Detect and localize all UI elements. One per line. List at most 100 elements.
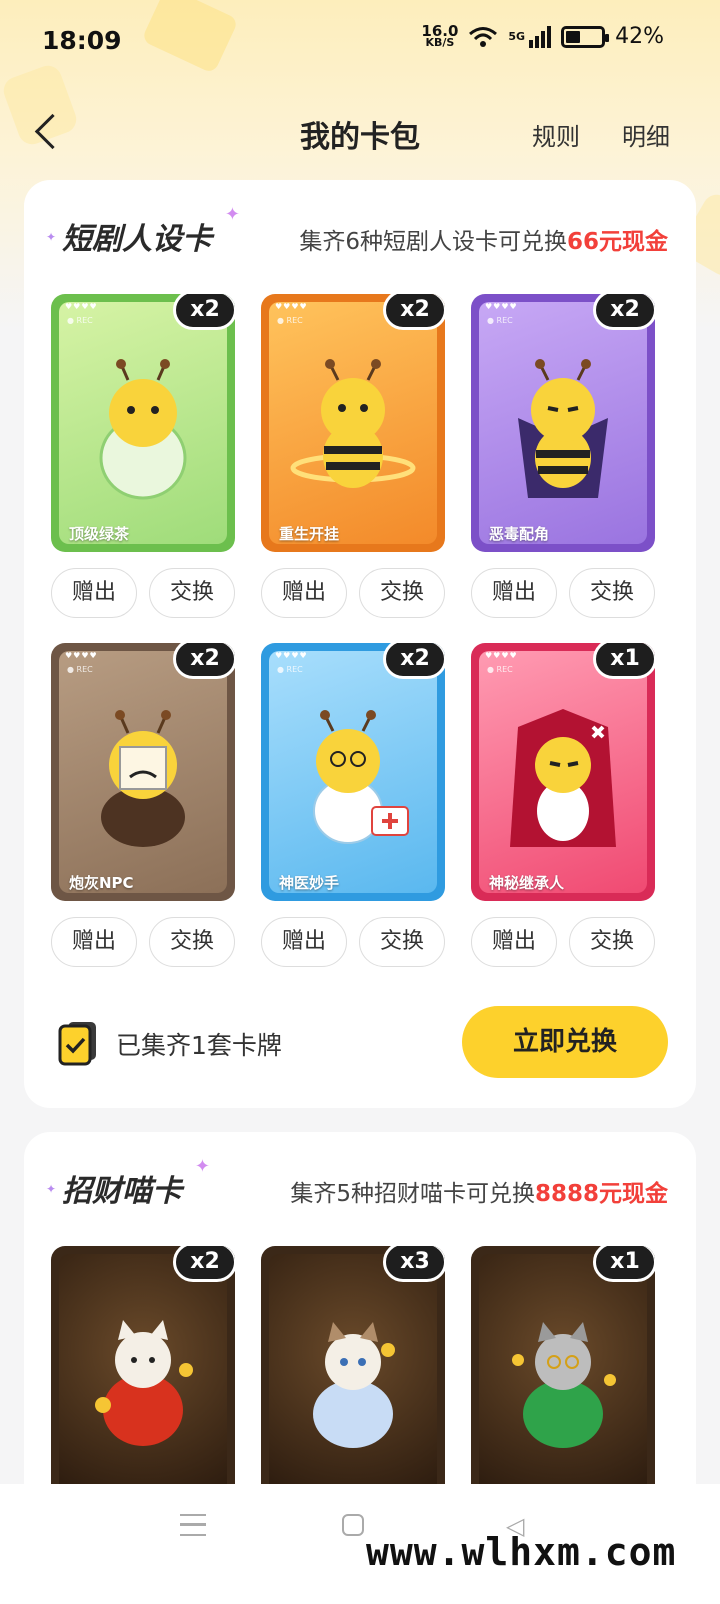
card-pattern: ● REC [487, 665, 513, 674]
bee-character-icon [313, 710, 409, 845]
app-header: 我的卡包 规则 明细 [0, 95, 720, 165]
character-card[interactable]: ♥♥♥♥ ● REC x1 神秘继承人 [471, 643, 655, 901]
section-title: 招财喵卡 [52, 1166, 198, 1212]
bee-character-icon [101, 710, 185, 848]
card-name: 恶毒配角 [489, 525, 550, 543]
page-title: 我的卡包 [300, 120, 420, 155]
gift-button[interactable]: 赠出 [261, 568, 347, 618]
character-card[interactable]: ♥♥♥♥ ● REC x2 恶毒配角 [471, 294, 655, 552]
details-link[interactable]: 明细 [622, 117, 670, 152]
exchange-button[interactable]: 交换 [569, 917, 655, 967]
cat-character-icon [95, 1320, 193, 1447]
card-pattern: ♥♥♥♥ [485, 651, 518, 660]
section-title-wrap: 招财喵卡 ✦ ✦ [46, 1156, 210, 1212]
card-count-badge: x1 [593, 643, 655, 679]
card-item: x3 [261, 1246, 445, 1504]
card-count-badge: x2 [383, 643, 445, 679]
card-count-badge: x1 [593, 1246, 655, 1282]
status-bar: 18:09 16.0 KB/S 5G 42% [0, 0, 720, 80]
reward-amount: 66元现金 [566, 229, 668, 255]
card-item: x1 [471, 1246, 655, 1504]
network-type-label: 5G [508, 30, 526, 43]
lucky-cat-card[interactable]: x2 [51, 1246, 235, 1504]
card-count-badge: x2 [383, 294, 445, 330]
card-pattern: ● REC [67, 316, 93, 325]
desc-text: 集齐6种短剧人设卡可兑换 [299, 229, 567, 255]
character-card[interactable]: ♥♥♥♥ ● REC x2 炮灰NPC [51, 643, 235, 901]
collection-status-row: 已集齐1套卡牌 立即兑换 [24, 1004, 696, 1084]
exchange-button[interactable]: 交换 [149, 568, 235, 618]
battery-percent: 42% [615, 24, 664, 49]
card-item: ♥♥♥♥ ● REC x2 恶毒配角 赠出 交换 [471, 294, 655, 618]
bee-character-icon [510, 709, 616, 848]
status-time: 18:09 [42, 26, 122, 55]
card-name: 顶级绿茶 [69, 525, 130, 543]
card-actions: 赠出 交换 [261, 568, 445, 618]
sparkle-icon: ✦ [194, 1156, 210, 1177]
card-item: ♥♥♥♥ ● REC x2 神医妙手 赠出 交换 [261, 643, 445, 967]
card-pattern: ● REC [487, 316, 513, 325]
wifi-icon [469, 26, 498, 47]
lucky-cat-card[interactable]: x3 [261, 1246, 445, 1504]
net-speed: 16.0 KB/S [421, 23, 458, 49]
card-count-badge: x2 [593, 294, 655, 330]
reward-amount: 8888元现金 [534, 1181, 668, 1207]
card-name: 神医妙手 [279, 874, 340, 892]
gift-button[interactable]: 赠出 [471, 917, 557, 967]
card-count-badge: x2 [173, 643, 235, 679]
net-speed-unit: KB/S [425, 35, 455, 49]
section-description: 集齐5种招财喵卡可兑换8888元现金 [290, 1174, 668, 1208]
sparkle-icon: ✦ [224, 204, 240, 225]
section-description: 集齐6种短剧人设卡可兑换66元现金 [299, 222, 668, 256]
gift-button[interactable]: 赠出 [261, 917, 347, 967]
menu-icon[interactable] [180, 1514, 206, 1536]
watermark: www.wlhxm.com [366, 1530, 677, 1574]
card-count-badge: x3 [383, 1246, 445, 1282]
card-collection-icon [58, 1022, 96, 1066]
character-card[interactable]: ♥♥♥♥ ● REC x2 顶级绿茶 [51, 294, 235, 552]
card-item: ♥♥♥♥ ● REC x2 顶级绿茶 赠出 交换 [51, 294, 235, 618]
card-pattern: ♥♥♥♥ [275, 302, 308, 311]
signal-icon [529, 25, 552, 48]
card-pattern: ♥♥♥♥ [275, 651, 308, 660]
lucky-cat-card[interactable]: x1 [471, 1246, 655, 1504]
drama-card-panel: 短剧人设卡 ✦ ✦ 集齐6种短剧人设卡可兑换66元现金 ♥♥♥♥ ● REC x… [24, 180, 696, 1108]
character-card[interactable]: ♥♥♥♥ ● REC x2 神医妙手 [261, 643, 445, 901]
gift-button[interactable]: 赠出 [51, 917, 137, 967]
status-icons: 16.0 KB/S 5G 42% [421, 23, 664, 49]
sparkle-icon: ✦ [46, 1182, 57, 1196]
bee-character-icon [290, 359, 416, 489]
cat-character-icon [313, 1322, 395, 1449]
card-pattern: ♥♥♥♥ [65, 302, 98, 311]
exchange-button[interactable]: 交换 [359, 568, 445, 618]
card-item: x2 [51, 1246, 235, 1504]
exchange-button[interactable]: 交换 [569, 568, 655, 618]
card-pattern: ● REC [277, 316, 303, 325]
card-actions: 赠出 交换 [471, 568, 655, 618]
card-name: 神秘继承人 [489, 874, 565, 892]
card-pattern: ♥♥♥♥ [65, 651, 98, 660]
battery-icon [561, 25, 610, 48]
card-name: 炮灰NPC [69, 874, 134, 892]
card-pattern: ♥♥♥♥ [485, 302, 518, 311]
gift-button[interactable]: 赠出 [51, 568, 137, 618]
exchange-button[interactable]: 交换 [149, 917, 235, 967]
redeem-now-button[interactable]: 立即兑换 [462, 1006, 668, 1078]
character-card[interactable]: ♥♥♥♥ ● REC x2 重生开挂 [261, 294, 445, 552]
gift-button[interactable]: 赠出 [471, 568, 557, 618]
exchange-button[interactable]: 交换 [359, 917, 445, 967]
rules-link[interactable]: 规则 [532, 117, 580, 152]
sparkle-icon: ✦ [46, 230, 57, 244]
card-count-badge: x2 [173, 294, 235, 330]
home-icon[interactable] [342, 1514, 364, 1536]
card-item: ♥♥♥♥ ● REC x1 神秘继承人 赠出 交换 [471, 643, 655, 967]
card-actions: 赠出 交换 [261, 917, 445, 967]
card-name: 重生开挂 [279, 525, 340, 543]
card-pattern: ● REC [277, 665, 303, 674]
card-pattern: ● REC [67, 665, 93, 674]
card-item: ♥♥♥♥ ● REC x2 炮灰NPC 赠出 交换 [51, 643, 235, 967]
collected-sets-text: 已集齐1套卡牌 [116, 1031, 282, 1060]
bee-character-icon [518, 359, 608, 499]
card-count-badge: x2 [173, 1246, 235, 1282]
card-actions: 赠出 交换 [471, 917, 655, 967]
